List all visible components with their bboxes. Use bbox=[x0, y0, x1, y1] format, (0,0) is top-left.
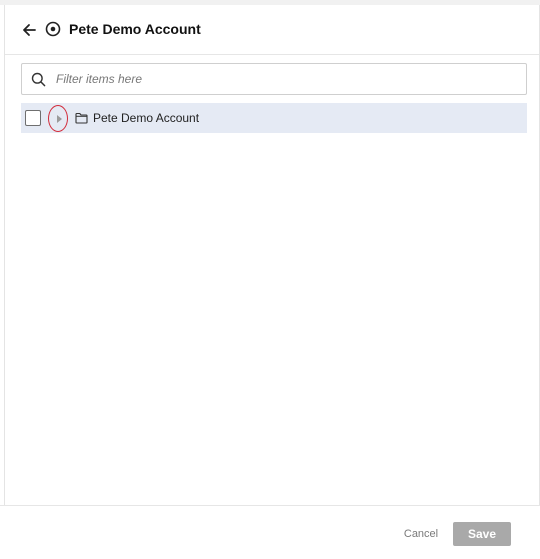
tree-item-label: Pete Demo Account bbox=[93, 111, 200, 125]
expand-toggle[interactable] bbox=[48, 105, 68, 132]
tree-row[interactable]: Pete Demo Account bbox=[21, 103, 527, 133]
folder-icon bbox=[75, 112, 88, 124]
filter-search-box bbox=[21, 63, 527, 95]
caret-right-icon bbox=[56, 114, 62, 123]
save-button[interactable]: Save bbox=[453, 522, 511, 546]
dialog-header: Pete Demo Account bbox=[5, 5, 539, 55]
filter-input[interactable] bbox=[56, 64, 516, 94]
back-button[interactable] bbox=[21, 21, 37, 39]
tree-item-checkbox[interactable] bbox=[25, 110, 41, 126]
dialog-footer: Cancel Save bbox=[0, 505, 540, 559]
search-icon bbox=[31, 72, 46, 87]
panel-left-border bbox=[4, 5, 5, 505]
page-title: Pete Demo Account bbox=[69, 21, 201, 37]
cancel-button[interactable]: Cancel bbox=[398, 526, 444, 542]
arrow-left-icon bbox=[23, 24, 36, 36]
target-icon bbox=[45, 21, 61, 37]
